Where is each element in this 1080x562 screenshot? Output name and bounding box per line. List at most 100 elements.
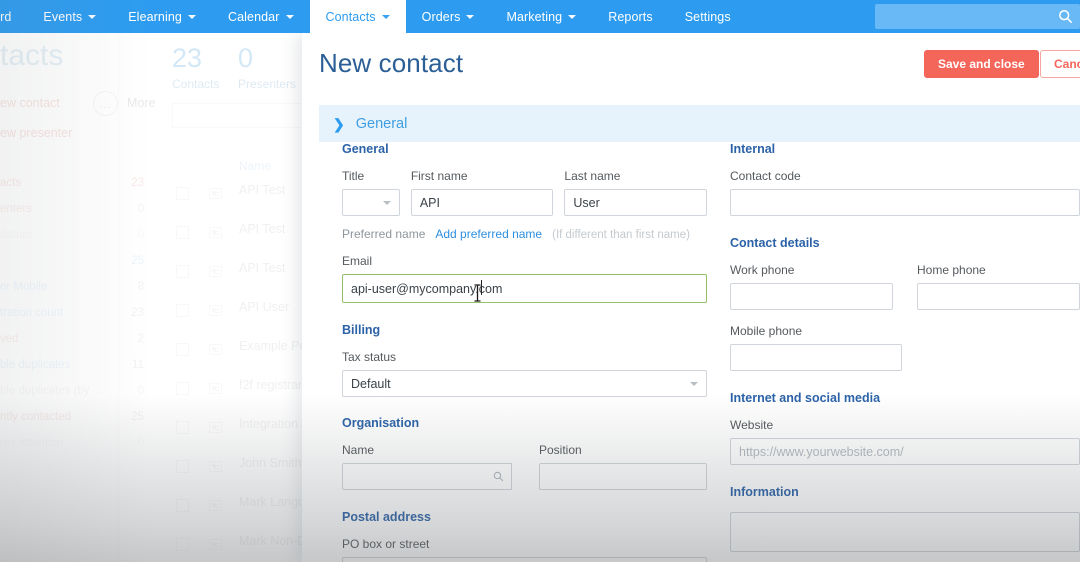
group-heading-postal-address: Postal address (342, 510, 431, 524)
form-column-left: General Title First name Last (342, 142, 707, 562)
background-facet[interactable]: or Mobile 8 (0, 281, 144, 293)
contact-avatar-icon (209, 344, 222, 355)
background-facet-label: res attention (0, 437, 64, 449)
nav-item-settings[interactable]: Settings (669, 0, 747, 33)
ellipsis-icon[interactable]: … (93, 91, 118, 116)
nav-item-orders[interactable]: Orders (406, 0, 491, 33)
background-facet-label: ved (0, 333, 19, 345)
information-notes-textarea[interactable] (730, 512, 1080, 552)
row-checkbox[interactable] (176, 304, 189, 317)
background-column-header-name: Name (239, 159, 272, 173)
background-stat-label: Contacts (172, 77, 220, 91)
title-select-wrap[interactable] (342, 189, 400, 216)
tax-status-select[interactable] (342, 370, 707, 397)
tax-status-select-wrap[interactable] (342, 370, 707, 397)
preferred-name-label: Preferred name (342, 227, 426, 241)
row-name: f2f registrant (239, 378, 309, 392)
background-facet[interactable]: ble duplicates 11 (0, 359, 144, 371)
background-facet[interactable]: ved 2 (0, 333, 144, 345)
chevron-down-icon (187, 14, 196, 19)
background-facet-label: enters (0, 203, 32, 215)
background-divider (118, 33, 119, 562)
chevron-right-icon: ❯ (333, 115, 345, 132)
background-facet[interactable]: res attention 0 (0, 437, 144, 449)
first-name-input[interactable] (410, 189, 554, 216)
contact-avatar-icon (209, 539, 222, 550)
background-more-label[interactable]: More (127, 96, 155, 110)
tax-status-label: Tax status (342, 350, 397, 364)
contact-avatar-icon (209, 461, 222, 472)
nav-item-dashboard[interactable]: oard (0, 0, 27, 33)
row-checkbox[interactable] (176, 538, 189, 551)
background-facet[interactable]: ble duplicates (by ... 0 (0, 385, 144, 397)
title-select[interactable] (342, 189, 400, 216)
nav-item-calendar[interactable]: Calendar (212, 0, 310, 33)
background-facet[interactable]: acts 23 (0, 177, 144, 189)
po-box-input[interactable] (342, 557, 707, 562)
screen: tacts 23 Contacts 0 Presenters ew contac… (0, 0, 1080, 562)
add-preferred-name-link[interactable]: Add preferred name (435, 227, 542, 241)
background-new-presenter-link[interactable]: ew presenter (0, 126, 72, 140)
nav-item-label: Settings (684, 9, 731, 24)
section-header-general[interactable]: ❯ General (319, 105, 1080, 142)
contact-code-label: Contact code (730, 169, 801, 183)
section-label: General (355, 115, 408, 132)
mobile-phone-input[interactable] (730, 344, 902, 371)
new-contact-modal: New contact Save and close Cancel ❯ Gene… (302, 33, 1080, 562)
form-column-right: Internal Contact code Contact details Wo… (730, 142, 1080, 552)
home-phone-label: Home phone (917, 263, 986, 277)
contact-avatar-icon (209, 188, 222, 199)
nav-item-events[interactable]: Events (27, 0, 112, 33)
background-facet-count: 0 (137, 229, 144, 241)
mouse-cursor-ibeam (474, 284, 481, 302)
row-checkbox[interactable] (176, 421, 189, 434)
contact-avatar-icon (209, 422, 222, 433)
group-heading-internal: Internal (730, 142, 776, 156)
row-checkbox[interactable] (176, 343, 189, 356)
row-checkbox[interactable] (176, 226, 189, 239)
group-heading-general: General (342, 142, 389, 156)
background-new-contact-link[interactable]: ew contact (0, 96, 60, 110)
nav-item-reports[interactable]: Reports (592, 0, 668, 33)
nav-item-contacts[interactable]: Contacts (309, 0, 406, 33)
search-icon[interactable] (486, 463, 512, 490)
background-facet-count: 23 (131, 307, 144, 319)
row-checkbox[interactable] (176, 382, 189, 395)
last-name-input[interactable] (564, 189, 707, 216)
row-checkbox[interactable] (176, 265, 189, 278)
row-checkbox[interactable] (176, 460, 189, 473)
background-stat-presenters: 0 Presenters (238, 45, 296, 92)
organisation-position-input[interactable] (539, 463, 707, 490)
website-input[interactable] (730, 438, 1080, 465)
home-phone-input[interactable] (917, 283, 1080, 310)
preferred-name-row: Preferred name Add preferred name (If di… (342, 227, 707, 241)
email-input[interactable] (342, 274, 707, 303)
nav-item-elearning[interactable]: Elearning (112, 0, 212, 33)
work-phone-input[interactable] (730, 283, 893, 310)
row-checkbox[interactable] (176, 187, 189, 200)
global-search-wrap[interactable] (875, 4, 1080, 29)
contact-code-input[interactable] (730, 189, 1080, 216)
background-facet-label: dators (0, 229, 32, 241)
website-label: Website (730, 418, 774, 432)
background-stat-number: 23 (172, 43, 203, 73)
background-facet[interactable]: tration count 23 (0, 307, 144, 319)
background-facet[interactable]: enters 0 (0, 203, 144, 215)
nav-item-label: Contacts (325, 9, 376, 24)
mobile-phone-label: Mobile phone (730, 324, 803, 338)
contact-avatar-icon (209, 305, 222, 316)
background-facet[interactable]: ntly contacted 25 (0, 411, 144, 423)
save-and-close-button[interactable]: Save and close (924, 50, 1039, 78)
nav-item-marketing[interactable]: Marketing (490, 0, 592, 33)
nav-item-label: Calendar (227, 9, 280, 24)
top-navigation-bar: oard Events Elearning Calendar Contacts … (0, 0, 1080, 33)
background-facet-count: 25 (131, 411, 144, 423)
row-checkbox[interactable] (176, 499, 189, 512)
background-facet-count: 25 (131, 255, 144, 267)
background-facet[interactable]: dators 0 (0, 229, 144, 241)
search-input[interactable] (875, 4, 1080, 29)
background-facet-label: tration count (0, 307, 64, 319)
background-page-title: tacts (0, 39, 64, 72)
cancel-button[interactable]: Cancel (1040, 50, 1080, 78)
page-title: New contact (319, 48, 464, 78)
